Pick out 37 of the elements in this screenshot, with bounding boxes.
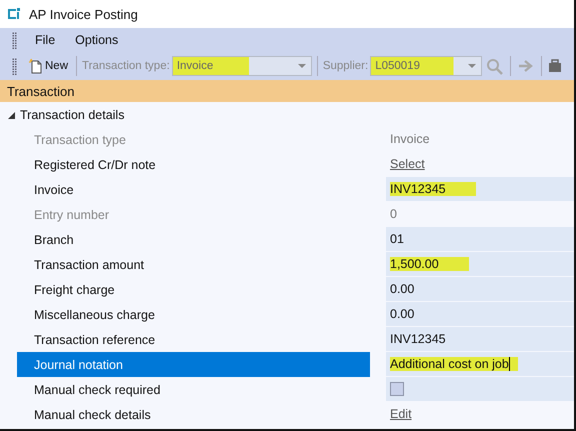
window-title: AP Invoice Posting: [29, 6, 138, 22]
property-label[interactable]: Manual check required: [17, 377, 370, 402]
property-label[interactable]: Invoice: [17, 177, 370, 202]
grip-handle[interactable]: [12, 58, 17, 74]
input-field[interactable]: INV12345: [390, 332, 446, 346]
input-field[interactable]: INV12345: [390, 182, 476, 196]
grip-handle[interactable]: [12, 32, 17, 48]
app-logo-icon: [7, 7, 21, 21]
input-field[interactable]: 1,500.00: [390, 257, 469, 271]
group-title: Transaction details: [20, 108, 124, 122]
property-label[interactable]: Journal notation: [17, 352, 370, 377]
property-label[interactable]: Transaction amount: [17, 252, 370, 277]
search-icon[interactable]: [486, 58, 504, 74]
collapse-triangle-icon[interactable]: [8, 112, 15, 118]
property-label[interactable]: Registered Cr/Dr note: [17, 152, 370, 177]
property-value: Invoice: [390, 132, 430, 146]
supplier-label: Supplier:: [322, 60, 368, 72]
menu-item[interactable]: File: [27, 31, 64, 49]
transaction-type-label: Transaction type:: [82, 60, 170, 72]
new-document-icon: [28, 58, 44, 74]
new-button[interactable]: New: [25, 56, 72, 76]
arrow-right-icon[interactable]: [518, 59, 534, 73]
property-link[interactable]: Select: [390, 157, 425, 171]
property-label[interactable]: Transaction reference: [17, 327, 370, 352]
property-label[interactable]: Freight charge: [17, 277, 370, 302]
property-link[interactable]: Edit: [390, 407, 412, 421]
property-value: 0: [390, 207, 397, 221]
input-field[interactable]: 0.00: [390, 307, 414, 321]
section-header: Transaction: [0, 80, 574, 102]
property-label[interactable]: Manual check details: [17, 402, 370, 427]
property-label[interactable]: Branch: [17, 227, 370, 252]
checkbox[interactable]: [390, 382, 404, 396]
briefcase-icon[interactable]: [549, 59, 562, 73]
menu-item[interactable]: Options: [67, 31, 126, 49]
property-label[interactable]: Miscellaneous charge: [17, 302, 370, 327]
input-field[interactable]: 01: [390, 232, 404, 246]
input-field[interactable]: 0.00: [390, 282, 414, 296]
